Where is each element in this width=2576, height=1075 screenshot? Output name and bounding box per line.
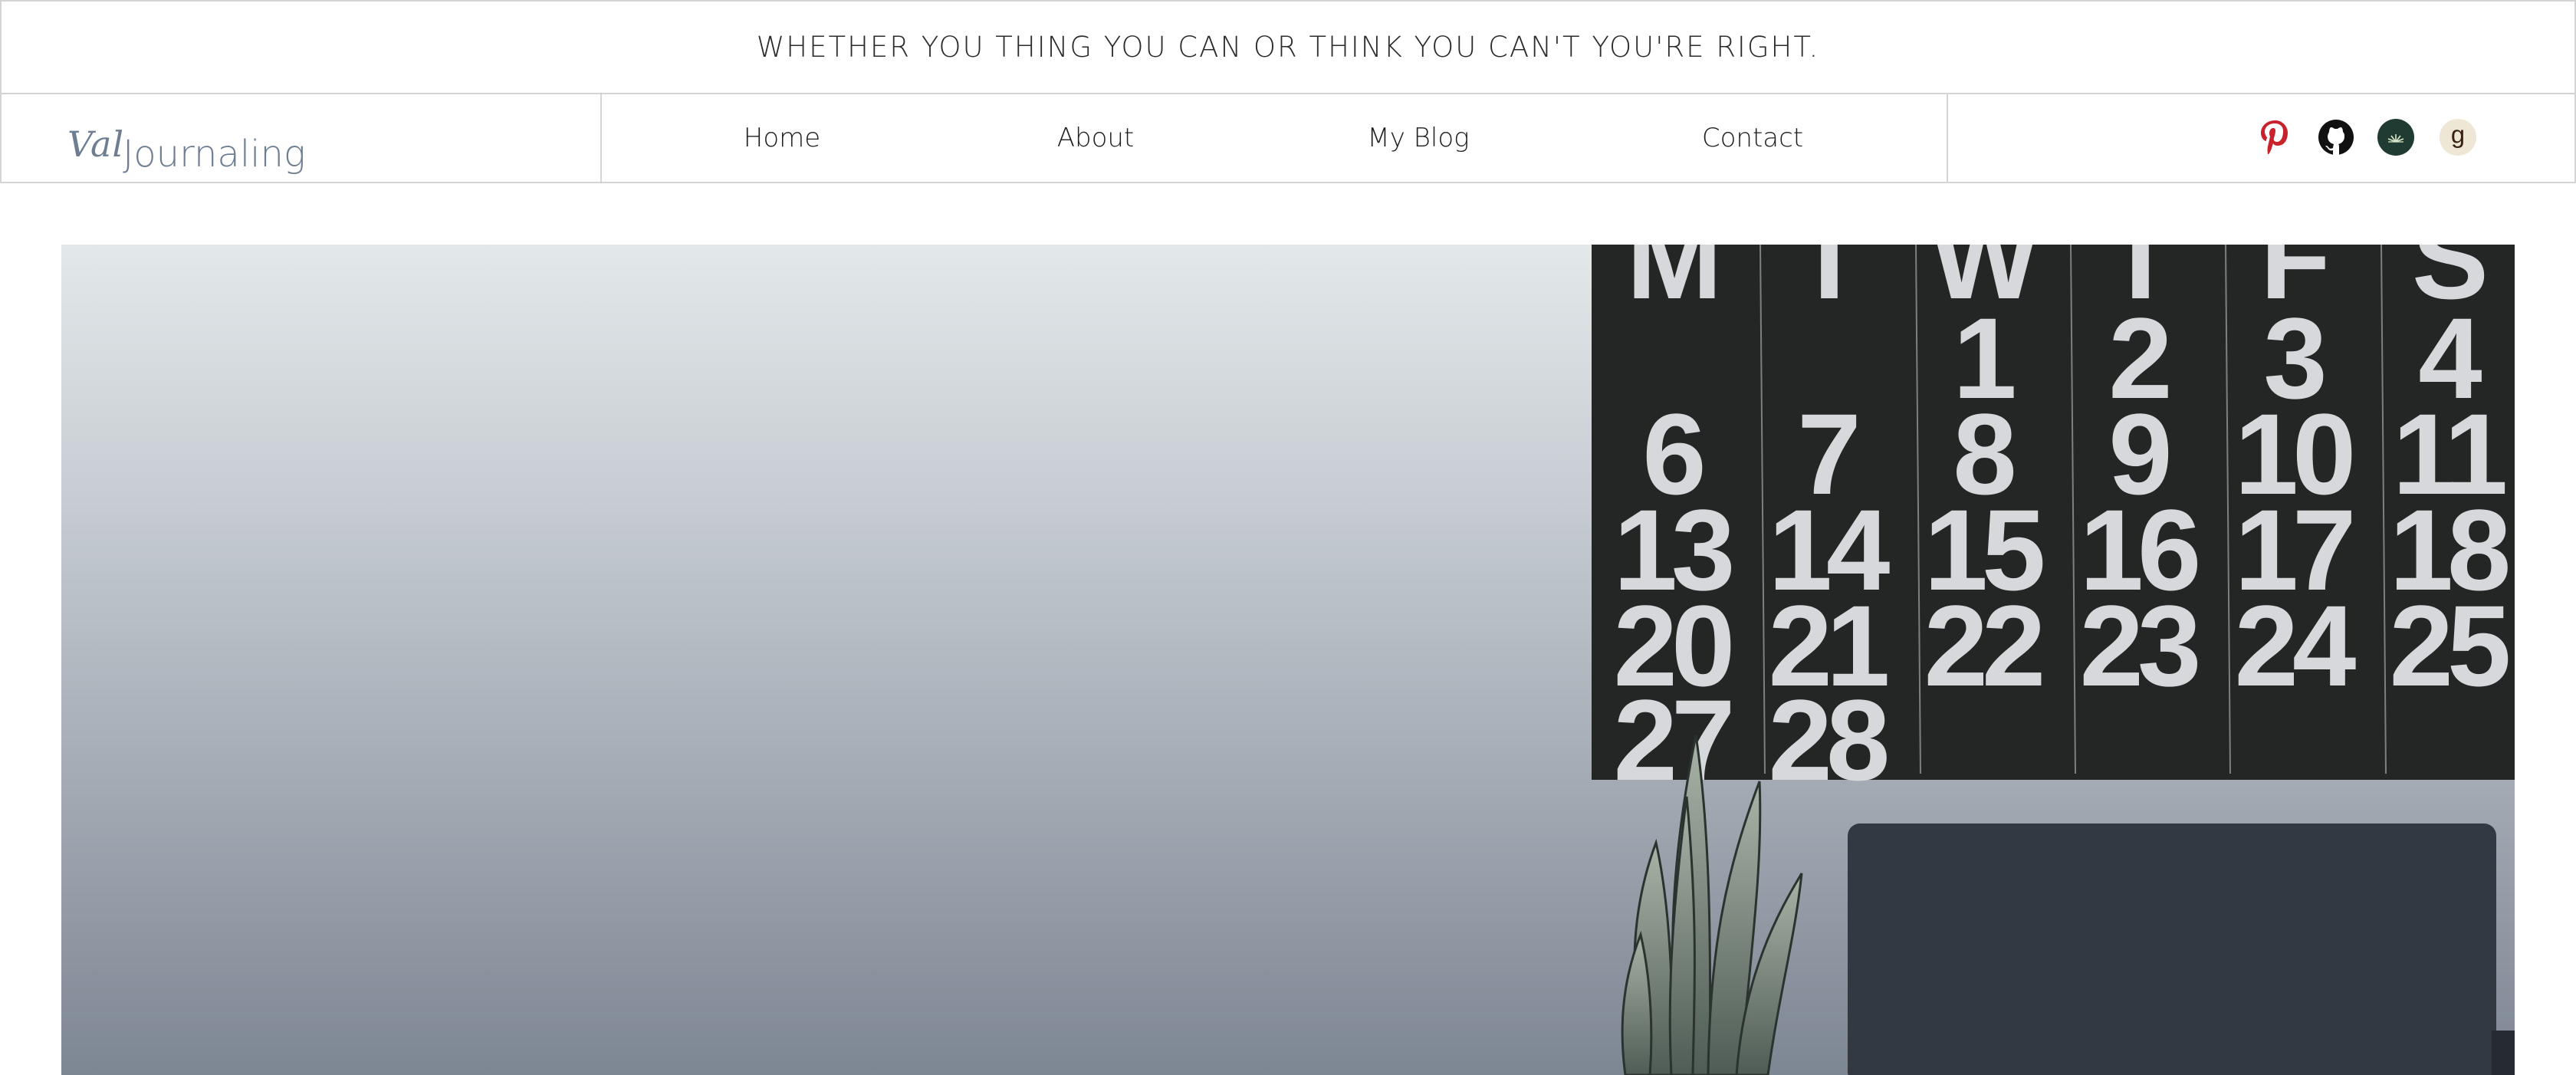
plant-icon[interactable] (2377, 118, 2415, 156)
nav-my-blog[interactable]: My Blog (1367, 94, 1469, 182)
site-logo[interactable]: Val Journaling (67, 104, 306, 173)
hero-image: M T W T F S 1 2 3 4 6 7 8 9 10 11 13 14 15 16 17 18 20 21 22 23 24… (61, 245, 2515, 1075)
calendar-date: 22 (1924, 581, 2042, 710)
pinterest-icon[interactable] (2256, 118, 2295, 156)
laptop-screen (1848, 824, 2496, 1075)
social-links: g (1948, 94, 2574, 182)
quote-banner: WHETHER YOU THING YOU CAN OR THINK YOU C… (0, 0, 2576, 94)
github-icon[interactable] (2317, 118, 2355, 156)
goodreads-icon[interactable]: g (2439, 118, 2477, 156)
calendar-board (1592, 245, 2515, 780)
logo-script-text: Val (67, 123, 125, 165)
calendar-day-header: M (1627, 245, 1717, 323)
logo-main-text: Journaling (123, 133, 306, 176)
calendar-date: 27 (1614, 676, 1730, 804)
hero-illustration: M T W T F S1 2 3 46 7 8 9 10 1113 14 15 16 17 1820 21 22 23 24… (1592, 245, 2515, 1075)
calendar-date: 25 (2390, 581, 2509, 710)
nav-about[interactable]: About (1057, 94, 1135, 182)
nav-home[interactable]: Home (744, 94, 820, 182)
main-nav: Home About My Blog Contact (602, 94, 1948, 182)
nav-contact[interactable]: Contact (1702, 94, 1803, 182)
banner-quote: WHETHER YOU THING YOU CAN OR THINK YOU C… (756, 31, 1820, 64)
goodreads-letter: g (2451, 120, 2465, 149)
calendar-date: 24 (2235, 581, 2356, 710)
calendar-date: 28 (1769, 676, 1887, 804)
calendar-date: 23 (2080, 581, 2197, 710)
logo-cell: Val Journaling (2, 94, 602, 182)
calendar-day-header: T (1794, 245, 1864, 323)
site-header: Val Journaling Home About My Blog Contac… (0, 93, 2576, 183)
